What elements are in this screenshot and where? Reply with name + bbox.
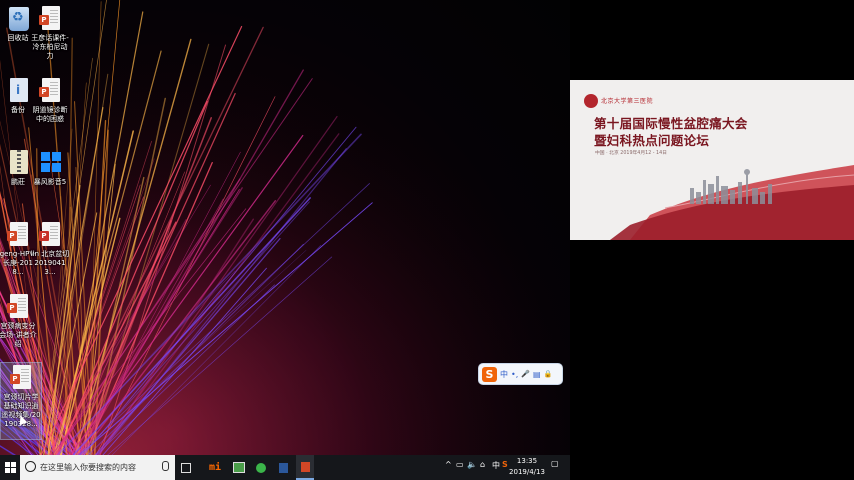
- slide-title-line2: 暨妇科热点问题论坛: [594, 133, 710, 148]
- wps-file-lin[interactable]: P lin 北京盆切20190413...: [30, 222, 70, 277]
- cortana-icon: [25, 461, 36, 472]
- slide-preview[interactable]: 北京大学第三医院 第十届国际慢性盆腔痛大会 暨妇科热点问题论坛 中国 · 北京 …: [570, 80, 854, 240]
- tray-app-icon[interactable]: ▭: [456, 460, 464, 469]
- storm-player-shortcut[interactable]: 暴风影音5: [30, 150, 70, 187]
- network-icon[interactable]: ⌂: [480, 460, 485, 469]
- search-placeholder: 在这里输入你要搜索的内容: [40, 463, 136, 472]
- sogou-logo-icon[interactable]: S: [482, 366, 497, 382]
- photos-app-icon: [233, 462, 245, 473]
- action-center-icon[interactable]: ▢: [551, 459, 559, 468]
- clock-date: 2019/4/13: [509, 468, 545, 476]
- icon-label: 暴风影音5: [33, 178, 67, 186]
- slide-organization: 北京大学第三医院: [601, 98, 654, 105]
- clock-time: 13:35: [516, 457, 538, 465]
- task-view-button[interactable]: [178, 455, 194, 480]
- ime-language-indicator[interactable]: 中: [492, 460, 500, 471]
- ime-toolbar[interactable]: S 中 •, 🎤 ▤ 🔒: [478, 363, 563, 385]
- icon-label: 阴道镜诊断中的困惑: [32, 106, 68, 123]
- word-app-icon: [278, 462, 288, 473]
- security-app-icon: [256, 462, 266, 473]
- tray-chevron-icon[interactable]: ^: [445, 460, 452, 469]
- microphone-icon[interactable]: [162, 461, 169, 471]
- volume-icon[interactable]: 🔈: [467, 460, 477, 469]
- taskbar-app-mi[interactable]: mi: [205, 455, 225, 480]
- slide-date: 中国 · 北京 2019年4月12 - 14日: [595, 151, 667, 156]
- taskbar-search-box[interactable]: 在这里输入你要搜索的内容: [20, 455, 175, 480]
- sogou-tray-icon[interactable]: S: [502, 460, 508, 469]
- ime-skin-icon[interactable]: 🔒: [544, 370, 553, 378]
- zip-archive-icon: [7, 150, 29, 176]
- document-icon: [7, 78, 29, 104]
- powerpoint-file-icon: P: [39, 78, 61, 104]
- ppt-file-colposcopy[interactable]: P 阴道镜诊断中的困惑: [30, 78, 70, 124]
- powerpoint-file-icon: P: [7, 222, 29, 248]
- taskbar-clock[interactable]: 13:35 2019/4/13: [508, 456, 546, 478]
- soft-keyboard-icon[interactable]: ▤: [533, 370, 541, 379]
- wps-presentation-icon: P: [39, 222, 61, 248]
- icon-label: 宫颈病变分会场-讲者介绍: [0, 322, 37, 348]
- presentation-panel: 北京大学第三医院 第十届国际慢性盆腔痛大会 暨妇科热点问题论坛 中国 · 北京 …: [570, 0, 854, 480]
- taskbar-app-360[interactable]: [252, 455, 270, 480]
- powerpoint-file-icon: P: [7, 294, 29, 320]
- powerpoint-file-icon: P: [10, 365, 32, 391]
- taskbar-app-powerpoint[interactable]: [296, 455, 314, 480]
- mi-app-icon: mi: [208, 462, 222, 473]
- icon-label: lin 北京盆切20190413...: [30, 250, 70, 276]
- task-view-icon: [181, 462, 191, 473]
- windows-logo-icon: [4, 462, 16, 473]
- powerpoint-app-icon: [300, 461, 310, 472]
- taskbar-app-gallery[interactable]: [230, 455, 248, 480]
- start-button[interactable]: [0, 455, 20, 480]
- ppt-file-selected[interactable]: P 宫颈切片学基础知识逍遥视频集/20190328...: [0, 362, 42, 440]
- ime-language-toggle[interactable]: 中: [500, 369, 508, 380]
- taskbar-app-word[interactable]: [274, 455, 292, 480]
- ppt-file-cervical-session[interactable]: P 宫颈病变分会场-讲者介绍: [0, 294, 38, 349]
- desktop: 回收站 备份 鹏莊 P geng-HPV-长庚-2018... P 宫颈病变分会…: [0, 0, 570, 455]
- university-logo-icon: [584, 94, 598, 108]
- ime-punctuation-toggle[interactable]: •,: [511, 370, 518, 379]
- icon-label: 王彦话课件-冷东柏尼动力: [31, 34, 69, 60]
- wallpaper-light-streaks: [0, 0, 570, 455]
- powerpoint-file-icon: P: [39, 6, 61, 32]
- voice-input-icon[interactable]: 🎤: [521, 370, 530, 378]
- ppt-file-wang[interactable]: P 王彦话课件-冷东柏尼动力: [30, 6, 70, 61]
- storm-player-icon: [39, 150, 61, 176]
- recycle-bin-glyph-icon: [7, 6, 29, 32]
